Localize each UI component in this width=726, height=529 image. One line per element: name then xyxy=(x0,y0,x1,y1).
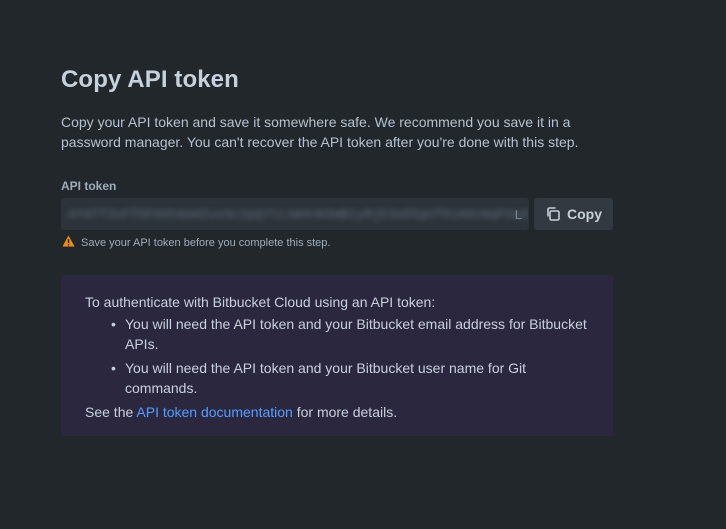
page-title: Copy API token xyxy=(61,66,239,93)
api-token-field[interactable]: ATATT3xFfGF0Xh8aHZuv9c2pQ7tLsW4nK6mB1yRj… xyxy=(61,198,529,230)
info-intro: To authenticate with Bitbucket Cloud usi… xyxy=(85,294,436,310)
api-token-label: API token xyxy=(61,179,117,193)
api-token-documentation-link[interactable]: API token documentation xyxy=(136,404,292,420)
warning-text: Save your API token before you complete … xyxy=(81,236,331,249)
warning-message: Save your API token before you complete … xyxy=(62,235,330,250)
copy-button-label: Copy xyxy=(567,206,602,222)
page-description: Copy your API token and save it somewher… xyxy=(61,114,579,150)
copy-button[interactable]: Copy xyxy=(534,198,613,230)
copy-icon xyxy=(545,206,561,222)
info-footer-prefix: See the xyxy=(85,404,134,420)
info-panel: To authenticate with Bitbucket Cloud usi… xyxy=(61,275,613,436)
info-list-item: You will need the API token and your Bit… xyxy=(111,358,589,398)
warning-icon xyxy=(62,235,75,250)
info-list-item: You will need the API token and your Bit… xyxy=(111,314,589,354)
info-list: You will need the API token and your Bit… xyxy=(85,314,589,398)
api-token-value[interactable]: ATATT3xFfGF0Xh8aHZuv9c2pQ7tLsW4nK6mB1yRj… xyxy=(68,207,528,222)
info-footer-suffix: for more details. xyxy=(296,404,398,420)
info-footer: See the API token documentation for more… xyxy=(85,402,589,422)
api-token-value-tail: L xyxy=(514,207,522,222)
copy-api-token-page: Copy API token Copy your API token and s… xyxy=(0,0,726,529)
